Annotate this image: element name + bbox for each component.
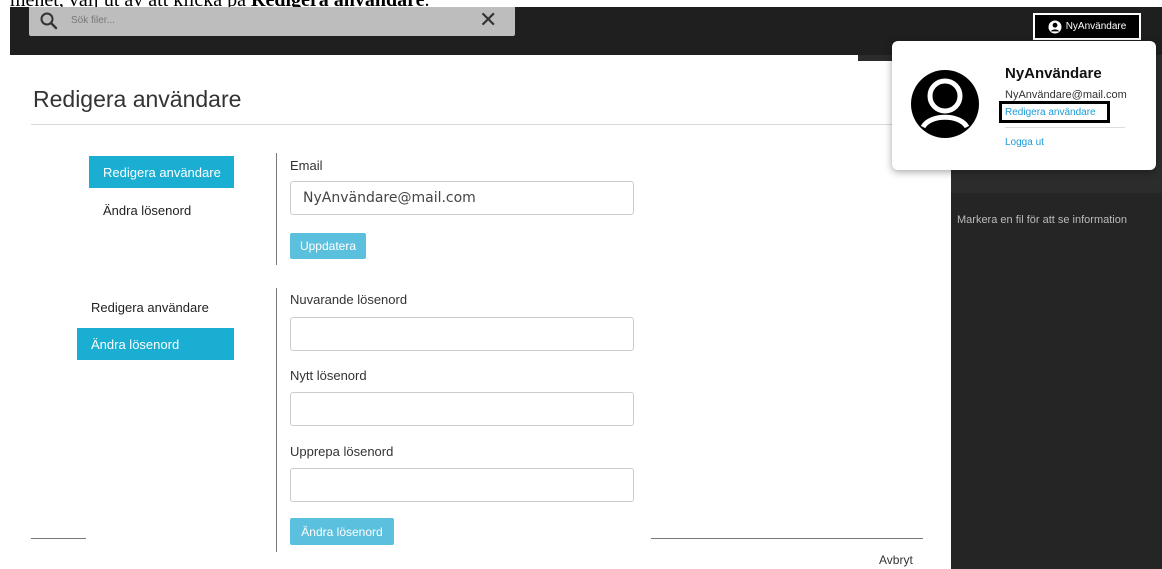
current-password-label: Nuvarande lösenord	[290, 292, 408, 307]
search-bar[interactable]: Sök filer... ✕	[29, 7, 515, 36]
user-menu-button[interactable]: NyAnvändare	[1033, 13, 1141, 40]
change-password-button[interactable]: Ändra lösenord	[290, 518, 394, 545]
edit-user-link[interactable]: Redigera användare	[999, 101, 1110, 123]
page-title: Redigera användare	[33, 86, 242, 112]
email-field-value: NyAnvändare@mail.com	[303, 190, 476, 206]
email-field[interactable]: NyAnvändare@mail.com	[290, 181, 634, 215]
info-placeholder: Markera en fil för att se information	[957, 214, 1127, 226]
section-divider-2	[276, 288, 277, 552]
side-tab-edit-user[interactable]: Redigera användare	[89, 156, 234, 188]
popup-user-name: NyAnvändare	[1005, 65, 1102, 82]
side-tab-change-password-2[interactable]: Ändra lösenord	[77, 328, 234, 360]
update-button[interactable]: Uppdatera	[290, 233, 366, 259]
user-menu-label: NyAnvändare	[1065, 21, 1127, 32]
footer-divider-left	[31, 538, 86, 539]
popup-user-email: NyAnvändare@mail.com	[1005, 89, 1127, 101]
clear-search-icon[interactable]: ✕	[479, 8, 497, 33]
search-icon	[40, 12, 58, 30]
section-divider	[276, 153, 277, 265]
search-input[interactable]: Sök filer...	[71, 15, 115, 26]
current-password-field[interactable]	[290, 317, 634, 351]
cancel-button[interactable]: Avbryt	[879, 553, 913, 567]
title-divider	[31, 124, 921, 125]
logout-link[interactable]: Logga ut	[1005, 137, 1044, 148]
footer-divider-right	[651, 538, 923, 539]
repeat-password-label: Upprepa lösenord	[290, 444, 394, 459]
avatar-icon	[911, 70, 979, 138]
new-password-field[interactable]	[290, 392, 634, 426]
user-avatar-icon	[1048, 20, 1062, 33]
user-dropdown: NyAnvändare NyAnvändare@mail.com Rediger…	[892, 41, 1156, 170]
side-tab-change-password[interactable]: Ändra lösenord	[103, 203, 191, 218]
popup-divider	[1005, 127, 1125, 128]
new-password-label: Nytt lösenord	[290, 368, 367, 383]
repeat-password-field[interactable]	[290, 468, 634, 502]
email-label: Email	[290, 158, 323, 173]
side-tab-edit-user-2[interactable]: Redigera användare	[91, 300, 209, 315]
